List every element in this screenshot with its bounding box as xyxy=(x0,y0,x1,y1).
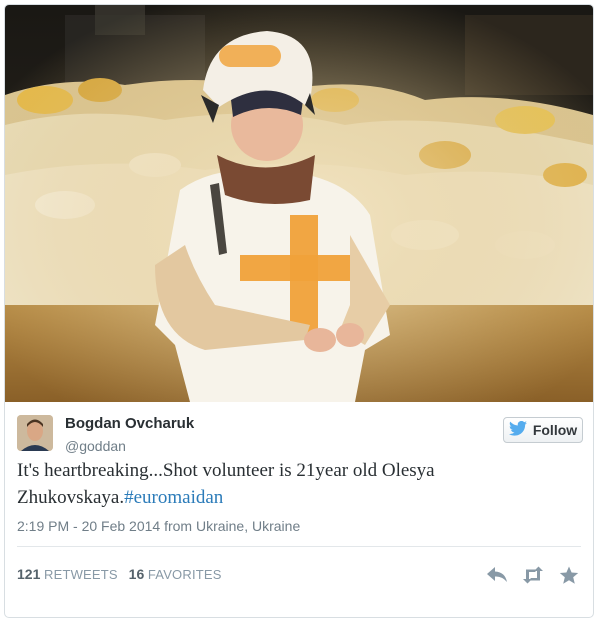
retweets-label[interactable]: RETWEETS xyxy=(44,567,118,582)
user-handle[interactable]: @goddan xyxy=(65,438,126,454)
favorite-star-icon[interactable] xyxy=(557,563,581,587)
retweets-count[interactable]: 121 xyxy=(17,566,40,582)
favorites-label[interactable]: FAVORITES xyxy=(148,567,222,582)
tweet-photo[interactable] xyxy=(5,5,593,402)
tweet-text: It's heartbreaking...Shot volunteer is 2… xyxy=(17,457,577,511)
reply-icon[interactable] xyxy=(485,563,509,587)
favorites-count[interactable]: 16 xyxy=(129,566,145,582)
tweet-timestamp[interactable]: 2:19 PM - 20 Feb 2014 from Ukraine, Ukra… xyxy=(17,518,300,534)
follow-label: Follow xyxy=(532,422,578,438)
follow-button[interactable]: Follow xyxy=(503,417,583,443)
tweet-stats: 121 RETWEETS 16 FAVORITES xyxy=(17,566,222,582)
divider xyxy=(17,546,581,547)
hashtag-link[interactable]: #euromaidan xyxy=(124,487,223,508)
avatar[interactable] xyxy=(17,415,53,451)
tweet-body: It's heartbreaking...Shot volunteer is 2… xyxy=(17,460,435,508)
tweet-card: Bogdan Ovcharuk @goddan Follow It's hear… xyxy=(4,4,594,618)
retweet-icon[interactable] xyxy=(521,563,545,587)
tweet-actions xyxy=(485,561,581,589)
user-name[interactable]: Bogdan Ovcharuk xyxy=(65,415,194,432)
tweet-header: Bogdan Ovcharuk @goddan Follow xyxy=(17,415,583,459)
twitter-bird-icon xyxy=(508,420,527,439)
